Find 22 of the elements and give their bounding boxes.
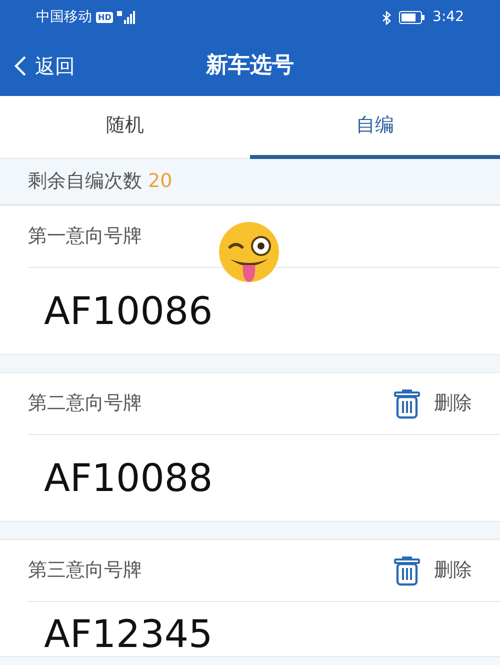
delete-button[interactable]: 删除 — [394, 388, 472, 418]
plate-label: 第一意向号牌 — [28, 224, 142, 250]
trash-icon — [394, 556, 420, 586]
plate-number: AF10086 — [43, 288, 214, 334]
signal-icon — [117, 11, 138, 24]
delete-button[interactable]: 删除 — [394, 556, 472, 586]
page-title: 新车选号 — [206, 53, 294, 78]
clock-time: 3:42 — [432, 8, 464, 27]
tab[interactable]: 自编 — [250, 96, 500, 159]
remaining-count-text: 剩余自编次数 20 — [28, 169, 172, 194]
trash-icon — [394, 388, 420, 418]
back-button[interactable]: 返回 — [0, 50, 75, 80]
bluetooth-icon — [382, 10, 391, 24]
plate-label: 第三意向号牌 — [28, 558, 142, 584]
back-chevron-icon — [14, 54, 27, 76]
tab[interactable]: 随机 — [0, 96, 250, 159]
carrier-name: 中国移动 — [36, 8, 92, 27]
hd-badge: HD — [96, 12, 114, 23]
plate-number: AF10088 — [43, 454, 214, 502]
plate-number: AF12345 — [43, 611, 214, 656]
plate-label: 第二意向号牌 — [28, 391, 142, 416]
battery-icon — [398, 11, 425, 24]
